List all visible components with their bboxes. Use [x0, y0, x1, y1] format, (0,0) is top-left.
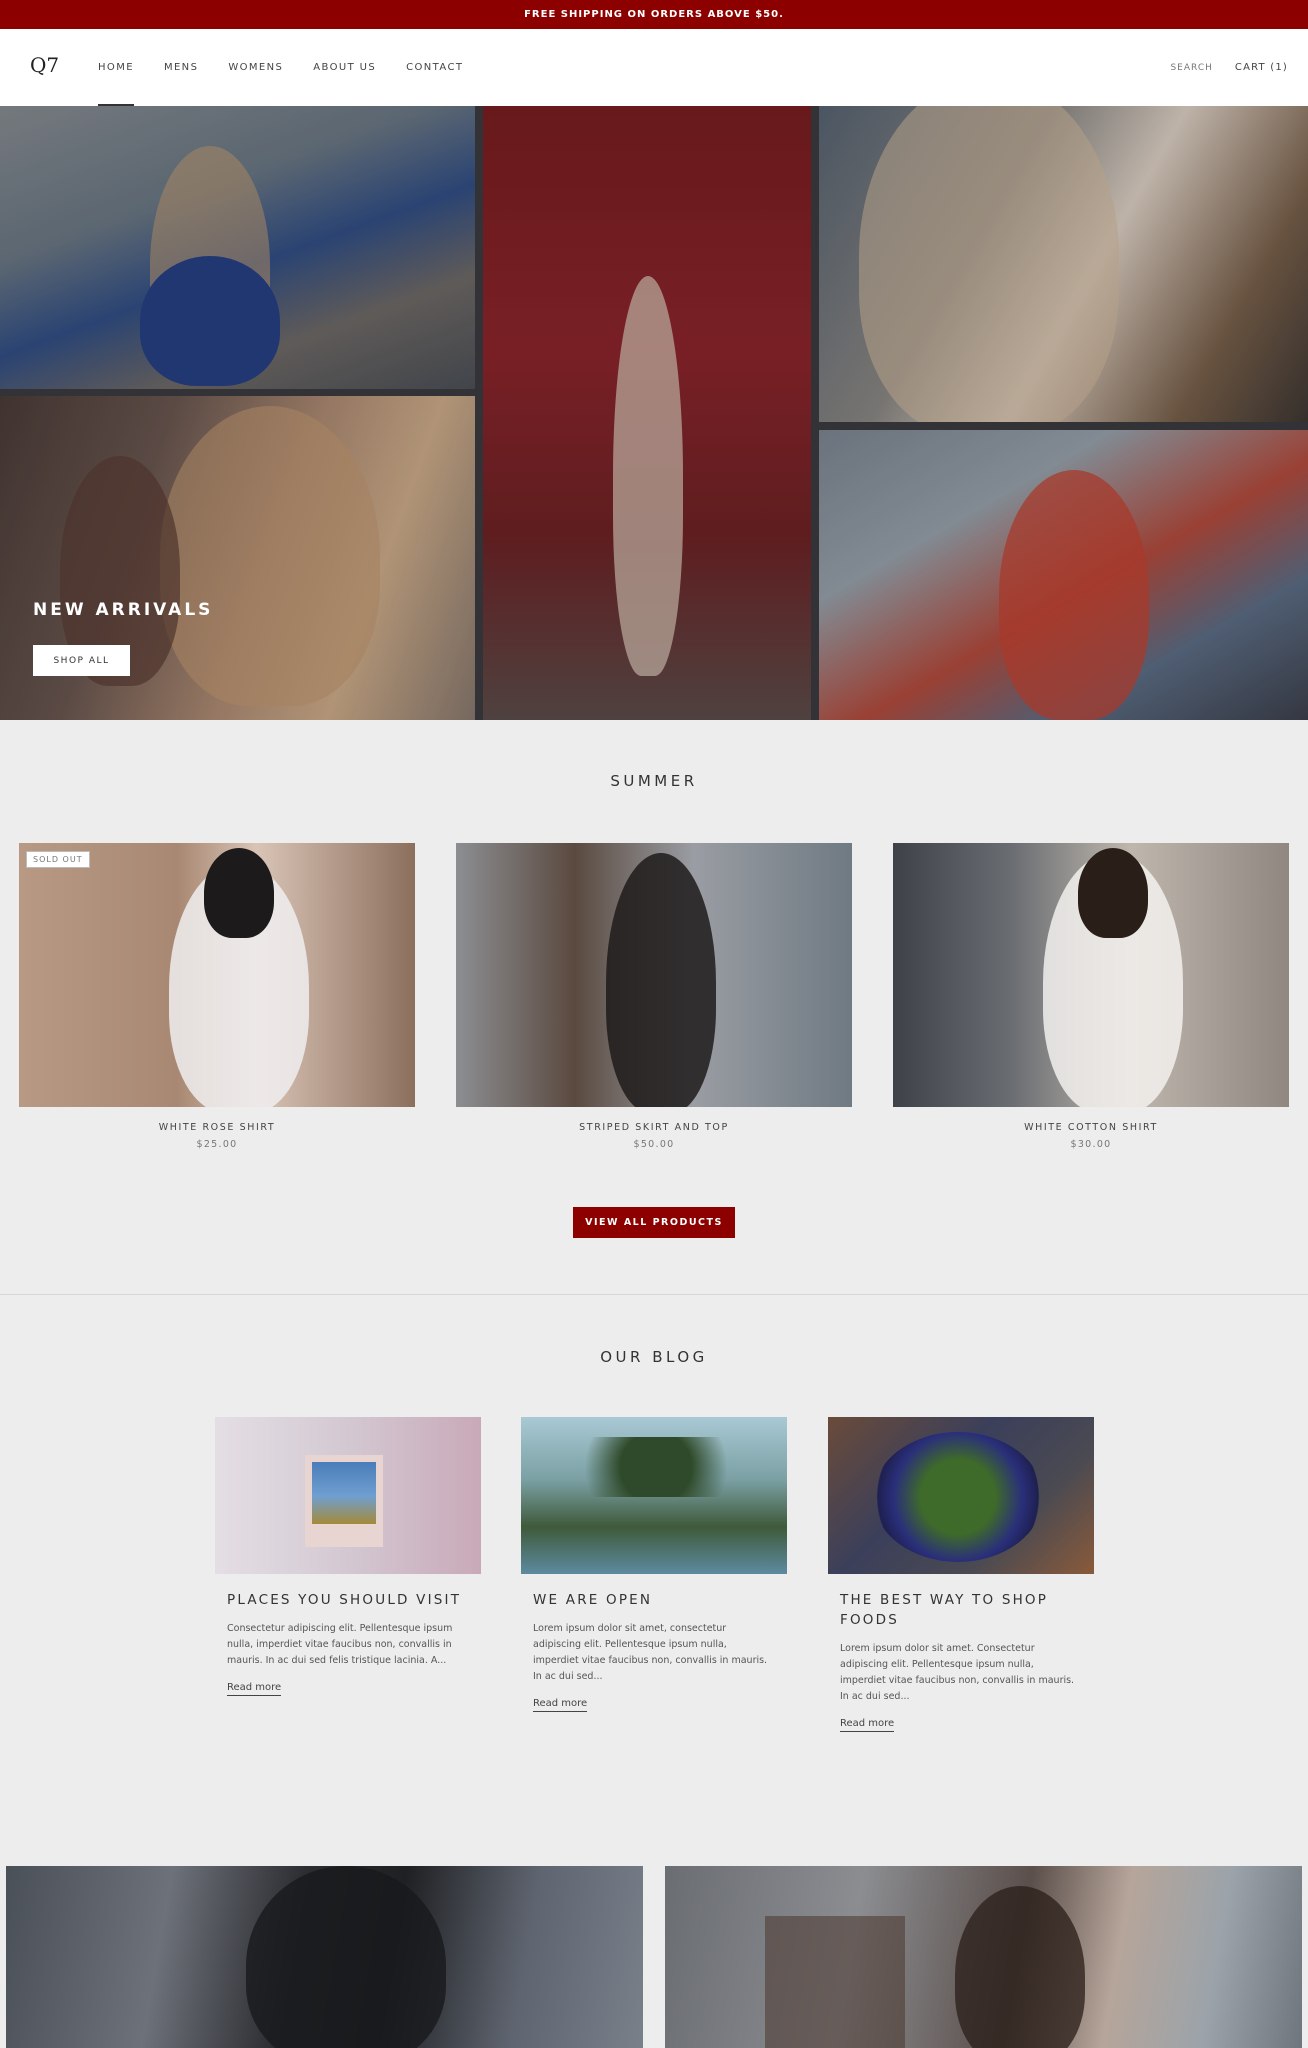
section-divider: [0, 1294, 1308, 1295]
header-actions: SEARCH CART (1): [1170, 29, 1288, 106]
product-card[interactable]: WHITE COTTON SHIRT $30.00: [893, 843, 1289, 1150]
blog-post-title[interactable]: PLACES YOU SHOULD VISIT: [227, 1590, 469, 1610]
announcement-text: FREE SHIPPING ON ORDERS ABOVE $50.: [524, 9, 784, 20]
product-price: $25.00: [196, 1139, 238, 1150]
blog-post: PLACES YOU SHOULD VISIT Consectetur adip…: [215, 1417, 481, 1696]
product-name[interactable]: WHITE COTTON SHIRT: [893, 1122, 1289, 1133]
nav-about-us[interactable]: ABOUT US: [313, 29, 376, 106]
blog-post-excerpt: Consectetur adipiscing elit. Pellentesqu…: [227, 1623, 453, 1666]
blog-post: THE BEST WAY TO SHOP FOODS Lorem ipsum d…: [828, 1417, 1094, 1732]
cart-link[interactable]: CART (1): [1235, 62, 1288, 73]
product-name[interactable]: STRIPED SKIRT AND TOP: [456, 1122, 852, 1133]
banner-image-women[interactable]: [665, 1866, 1302, 2048]
product-image-white-rose-shirt[interactable]: SOLD OUT: [19, 843, 415, 1107]
product-image-striped-skirt[interactable]: [456, 843, 852, 1107]
sold-out-badge: SOLD OUT: [26, 851, 90, 868]
blog-post-excerpt: Lorem ipsum dolor sit amet. Consectetur …: [840, 1643, 1075, 1702]
blog-image-palm-trees[interactable]: [521, 1417, 787, 1574]
read-more-link[interactable]: Read more: [227, 1682, 282, 1696]
hero-collage: NEW ARRIVALS SHOP ALL: [0, 106, 1308, 720]
logo[interactable]: Q7: [30, 53, 59, 79]
product-card[interactable]: SOLD OUT WHITE ROSE SHIRT $25.00: [19, 843, 415, 1150]
main-nav: HOME MENS WOMENS ABOUT US CONTACT: [98, 29, 493, 106]
product-image-white-cotton-shirt[interactable]: [893, 843, 1289, 1107]
site-header: Q7 HOME MENS WOMENS ABOUT US CONTACT SEA…: [0, 29, 1308, 106]
nav-contact[interactable]: CONTACT: [406, 29, 463, 106]
blog-image-polaroid[interactable]: [215, 1417, 481, 1574]
product-name[interactable]: WHITE ROSE SHIRT: [19, 1122, 415, 1133]
blog-title: OUR BLOG: [600, 1348, 708, 1366]
search-link[interactable]: SEARCH: [1170, 63, 1212, 73]
hero-overlay: [0, 106, 1308, 720]
product-card[interactable]: STRIPED SKIRT AND TOP $50.00: [456, 843, 852, 1150]
blog-post-excerpt: Lorem ipsum dolor sit amet, consectetur …: [533, 1623, 768, 1682]
product-price: $30.00: [1070, 1139, 1112, 1150]
nav-home[interactable]: HOME: [98, 29, 134, 106]
blog-post-title[interactable]: WE ARE OPEN: [533, 1590, 775, 1610]
summer-title: SUMMER: [610, 772, 698, 790]
product-price: $50.00: [633, 1139, 675, 1150]
blog-image-salad-bowl[interactable]: [828, 1417, 1094, 1574]
read-more-link[interactable]: Read more: [840, 1718, 895, 1732]
hero-title: NEW ARRIVALS: [33, 600, 214, 620]
read-more-link[interactable]: Read more: [533, 1698, 588, 1712]
nav-mens[interactable]: MENS: [164, 29, 198, 106]
blog-post-title[interactable]: THE BEST WAY TO SHOP FOODS: [840, 1590, 1082, 1630]
blog-post: WE ARE OPEN Lorem ipsum dolor sit amet, …: [521, 1417, 787, 1712]
nav-womens[interactable]: WOMENS: [228, 29, 283, 106]
banner-image-men[interactable]: [6, 1866, 643, 2048]
shop-all-button[interactable]: SHOP ALL: [33, 645, 130, 676]
view-all-products-button[interactable]: VIEW ALL PRODUCTS: [573, 1207, 735, 1238]
announcement-bar: FREE SHIPPING ON ORDERS ABOVE $50.: [0, 0, 1308, 29]
